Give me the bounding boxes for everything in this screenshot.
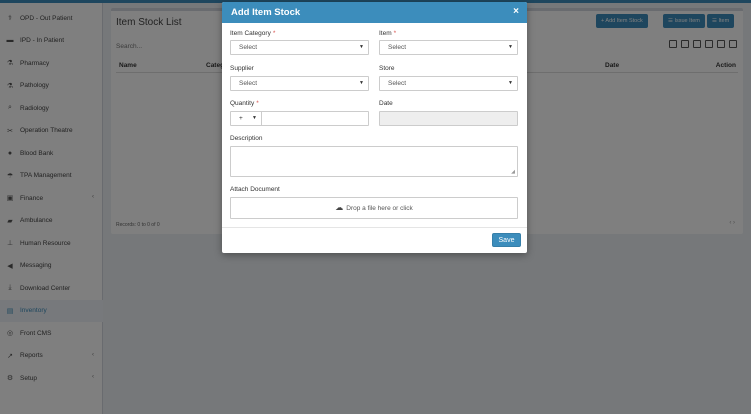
save-button[interactable]: Save: [492, 233, 521, 247]
caret-down-icon: ▼: [359, 44, 364, 50]
description-label: Description: [230, 135, 263, 142]
supplier-select[interactable]: Select ▼: [230, 76, 369, 91]
caret-down-icon: ▼: [359, 80, 364, 86]
date-input[interactable]: [379, 111, 518, 126]
attach-document-label: Attach Document: [230, 186, 280, 193]
file-dropzone[interactable]: ☁ Drop a file here or click: [230, 197, 518, 219]
caret-down-icon: ▼: [508, 44, 513, 50]
item-category-select[interactable]: Select ▼: [230, 40, 369, 55]
item-select[interactable]: Select ▼: [379, 40, 518, 55]
quantity-field: + ▼: [230, 111, 369, 126]
required-mark: *: [272, 30, 276, 37]
required-mark: *: [256, 100, 259, 107]
close-icon[interactable]: ×: [513, 6, 519, 17]
resize-grip-icon[interactable]: ◢: [511, 169, 515, 175]
modal-title: Add Item Stock: [231, 7, 301, 18]
store-label: Store: [379, 65, 395, 72]
quantity-label: Quantity *: [230, 100, 259, 107]
item-label: Item *: [379, 30, 397, 37]
date-label: Date: [379, 100, 393, 107]
item-category-label: Item Category *: [230, 30, 276, 37]
quantity-sign-select[interactable]: + ▼: [231, 112, 262, 125]
required-mark: *: [393, 30, 397, 37]
add-item-stock-modal: Add Item Stock × Item Category * Select ▼ …: [222, 2, 527, 253]
modal-header: Add Item Stock ×: [222, 2, 527, 23]
supplier-label: Supplier: [230, 65, 254, 72]
description-textarea[interactable]: ◢: [230, 146, 518, 177]
caret-down-icon: ▼: [508, 80, 513, 86]
caret-down-icon: ▼: [252, 115, 257, 121]
store-select[interactable]: Select ▼: [379, 76, 518, 91]
footer-divider: [222, 227, 527, 228]
cloud-upload-icon: ☁: [335, 203, 344, 212]
